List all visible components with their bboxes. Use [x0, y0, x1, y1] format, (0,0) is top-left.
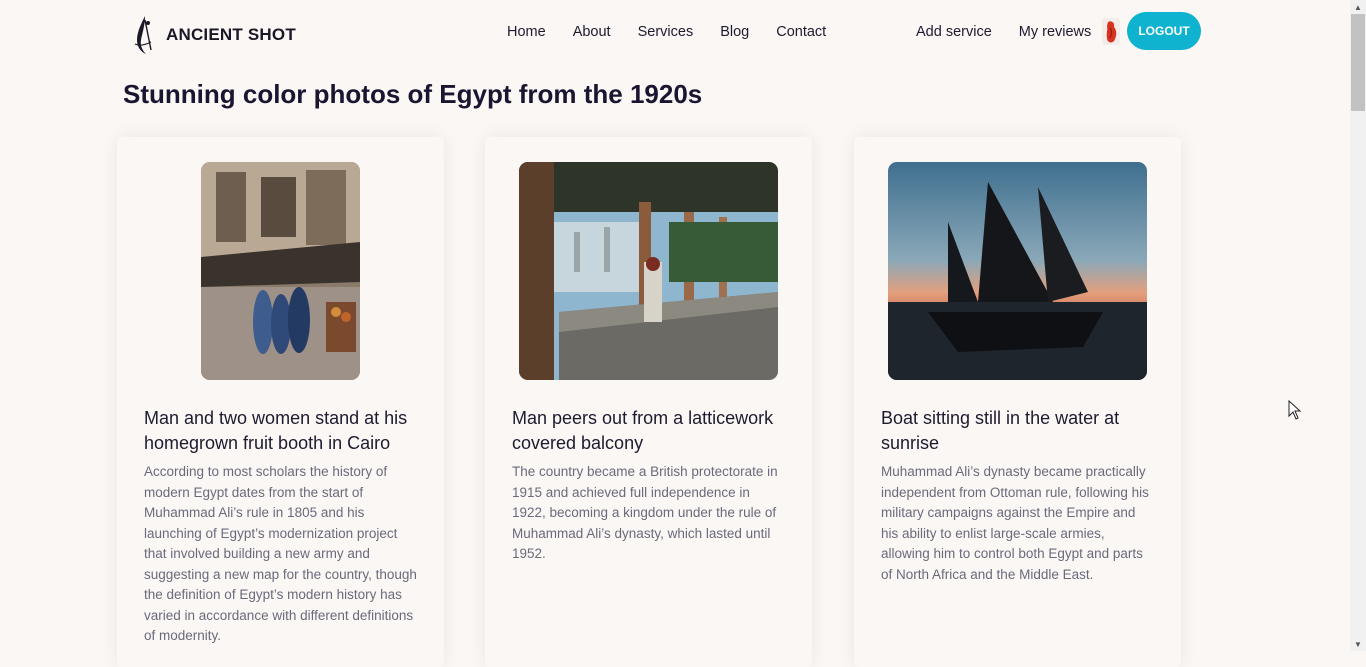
navbar: ANCIENT SHOT Home About Services Blog Co…	[0, 0, 1350, 66]
nav-blog[interactable]: Blog	[720, 24, 749, 40]
brand-logo-icon	[134, 16, 152, 54]
nav-services[interactable]: Services	[638, 24, 694, 40]
logout-button[interactable]: LOGOUT	[1127, 12, 1201, 50]
nav-about[interactable]: About	[573, 24, 611, 40]
page-title: Stunning color photos of Egypt from the …	[123, 79, 703, 109]
card-image	[519, 162, 778, 380]
card-title[interactable]: Man and two women stand at his homegrown…	[144, 406, 424, 456]
card-title[interactable]: Boat sitting still in the water at sunri…	[881, 406, 1161, 456]
nav-contact[interactable]: Contact	[776, 24, 826, 40]
brand-logo[interactable]: ANCIENT SHOT	[131, 14, 296, 56]
card-text: According to most scholars the history o…	[144, 464, 417, 643]
scroll-down-icon[interactable]: ▼	[1350, 637, 1366, 651]
card-boat-sunrise: Boat sitting still in the water at sunri…	[854, 137, 1181, 667]
card-fruit-booth: Man and two women stand at his homegrown…	[117, 137, 444, 667]
main-menu: Home About Services Blog Contact	[507, 24, 853, 40]
nav-home[interactable]: Home	[507, 24, 546, 40]
card-latticework-balcony: Man peers out from a latticework covered…	[485, 137, 812, 667]
card-text: The country became a British protectorat…	[512, 464, 778, 561]
nav-add-service[interactable]: Add service	[916, 24, 992, 40]
card-title[interactable]: Man peers out from a latticework covered…	[512, 406, 792, 456]
scroll-up-icon[interactable]: ▲	[1350, 0, 1366, 14]
user-menu: Add service My reviews	[916, 24, 1118, 40]
card-image	[201, 162, 360, 380]
scrollbar-thumb[interactable]	[1351, 14, 1365, 111]
avatar-image	[1102, 18, 1120, 45]
card-text: Muhammad Ali’s dynasty became practicall…	[881, 464, 1149, 582]
mouse-cursor-icon	[1288, 400, 1302, 420]
nav-my-reviews[interactable]: My reviews	[1019, 24, 1092, 40]
user-avatar[interactable]	[1102, 18, 1120, 45]
brand-name: ANCIENT SHOT	[166, 25, 296, 44]
card-image	[888, 162, 1147, 380]
